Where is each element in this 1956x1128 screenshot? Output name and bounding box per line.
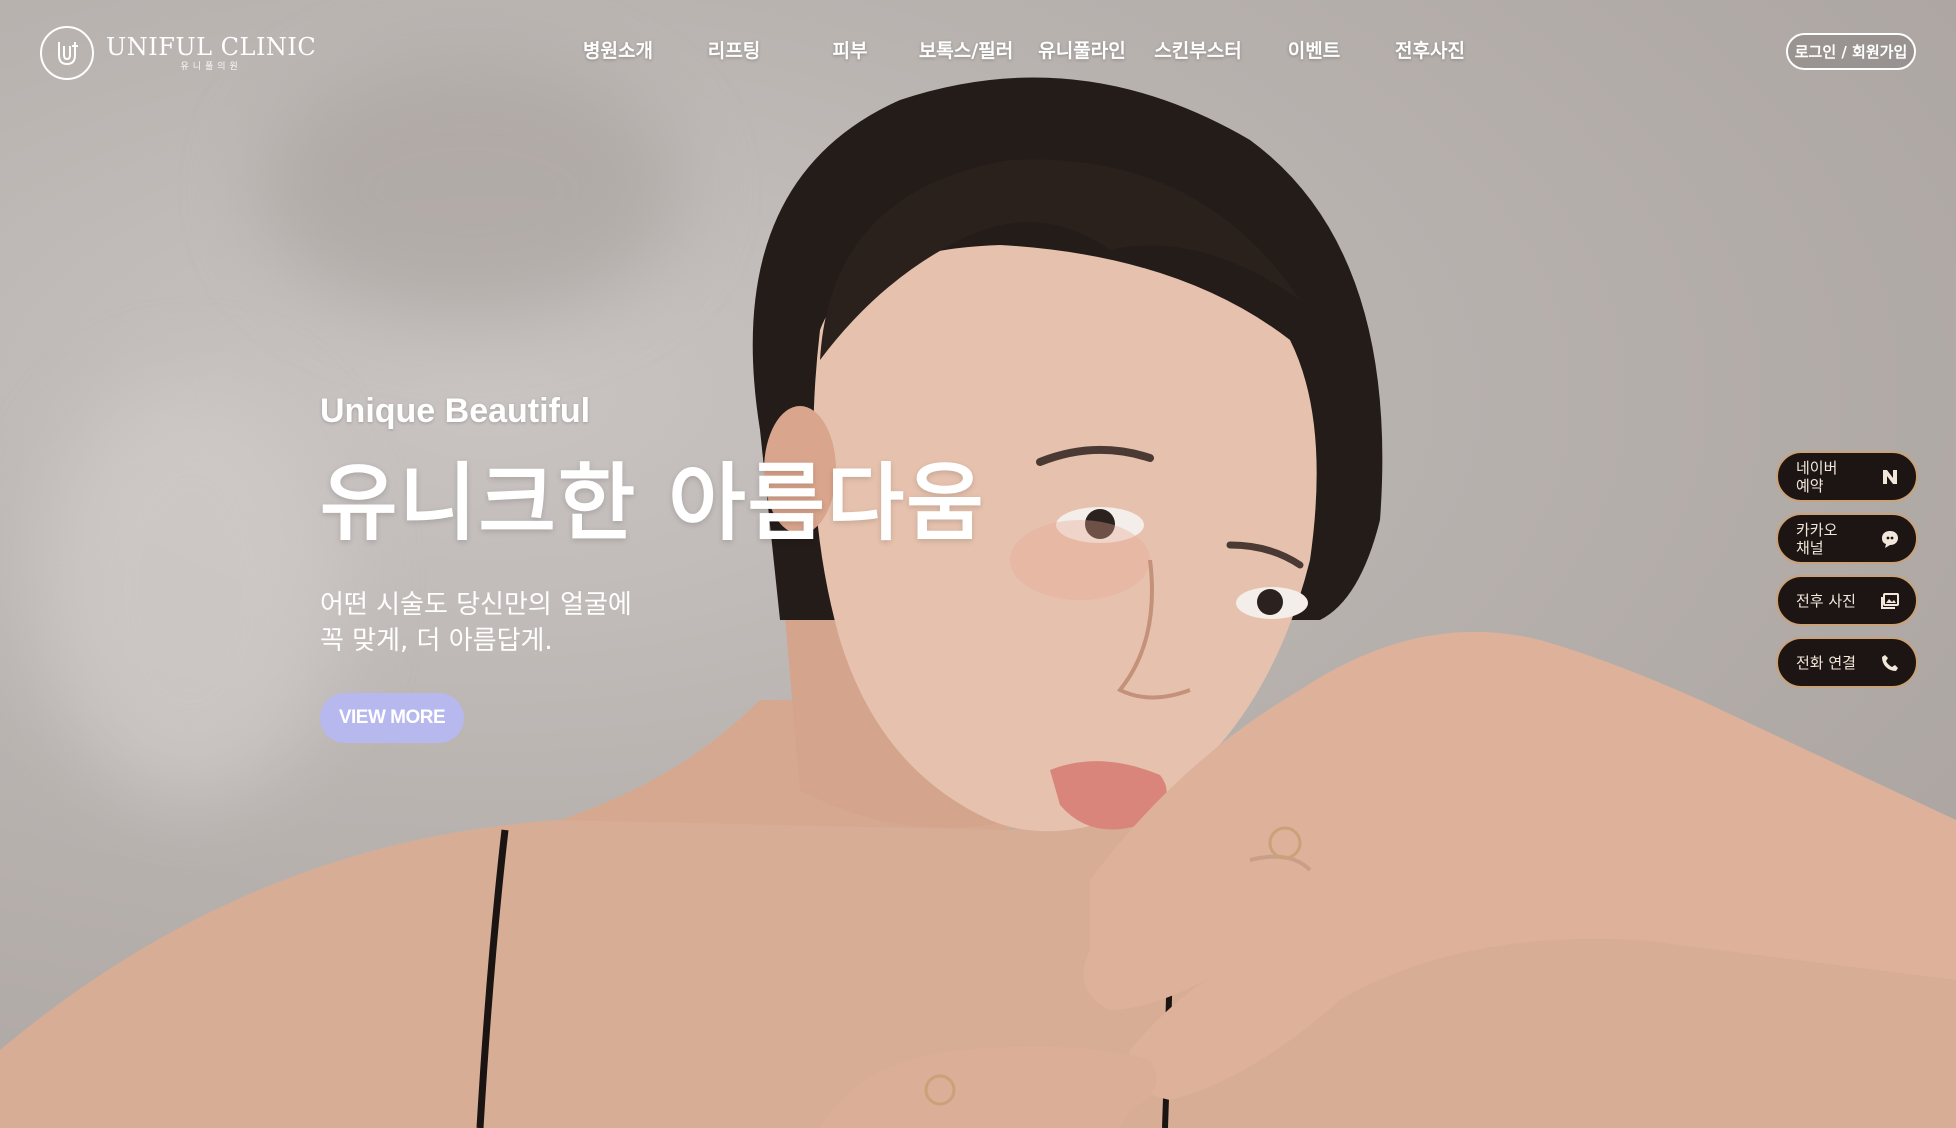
nav-item-lifting[interactable]: 리프팅 <box>676 36 792 63</box>
logo-title: UNIFUL CLINIC <box>106 33 317 61</box>
before-after-photos-label: 전후 사진 <box>1796 591 1856 610</box>
naver-booking-label: 네이버 예약 <box>1796 458 1838 495</box>
quick-menu: 네이버 예약 카카오 채널 전후 사진 전화 연결 <box>1776 451 1918 688</box>
login-signup-button[interactable]: 로그인 / 회원가입 <box>1786 33 1916 70</box>
hero-description-line-2: 꼭 맞게, 더 아름답게. <box>320 626 553 656</box>
naver-icon <box>1880 467 1900 487</box>
page: UNIFUL CLINIC 유니풀의원 병원소개 리프팅 피부 보톡스/필러 유… <box>0 0 1956 1128</box>
kakao-channel-icon <box>1880 529 1900 549</box>
phone-call-button[interactable]: 전화 연결 <box>1776 637 1918 688</box>
nav-item-event[interactable]: 이벤트 <box>1256 36 1372 63</box>
before-after-photos-button[interactable]: 전후 사진 <box>1776 575 1918 626</box>
nav-item-skin-booster[interactable]: 스킨부스터 <box>1140 36 1256 63</box>
nav-item-botox-filler[interactable]: 보톡스/필러 <box>908 36 1024 63</box>
view-more-button[interactable]: VIEW MORE <box>320 693 464 743</box>
nav-item-before-after[interactable]: 전후사진 <box>1372 36 1488 63</box>
main-nav: 병원소개 리프팅 피부 보톡스/필러 유니풀라인 스킨부스터 이벤트 전후사진 <box>560 36 1488 63</box>
nav-item-skin[interactable]: 피부 <box>792 36 908 63</box>
kakao-channel-label: 카카오 채널 <box>1796 520 1838 557</box>
photo-icon <box>1880 591 1900 611</box>
clinic-logo[interactable]: UNIFUL CLINIC 유니풀의원 <box>40 26 316 80</box>
background-light <box>40 380 340 800</box>
phone-call-label: 전화 연결 <box>1796 653 1856 672</box>
kakao-channel-button[interactable]: 카카오 채널 <box>1776 513 1918 564</box>
hero-description: 어떤 시술도 당신만의 얼굴에 꼭 맞게, 더 아름답게. <box>320 587 986 659</box>
hero-description-line-1: 어떤 시술도 당신만의 얼굴에 <box>320 590 632 620</box>
phone-icon <box>1880 653 1900 673</box>
hero-title: 유니크한 아름다움 <box>320 454 986 552</box>
logo-mark-icon <box>40 26 94 80</box>
hero-section: Unique Beautiful 유니크한 아름다움 어떤 시술도 당신만의 얼… <box>320 392 986 743</box>
nav-item-about[interactable]: 병원소개 <box>560 36 676 63</box>
nav-item-uniful-line[interactable]: 유니풀라인 <box>1024 36 1140 63</box>
site-header: UNIFUL CLINIC 유니풀의원 병원소개 리프팅 피부 보톡스/필러 유… <box>0 0 1956 106</box>
logo-text: UNIFUL CLINIC 유니풀의원 <box>106 33 316 73</box>
logo-subtitle: 유니풀의원 <box>180 62 242 72</box>
naver-booking-button[interactable]: 네이버 예약 <box>1776 451 1918 502</box>
hero-eyebrow: Unique Beautiful <box>320 392 591 430</box>
